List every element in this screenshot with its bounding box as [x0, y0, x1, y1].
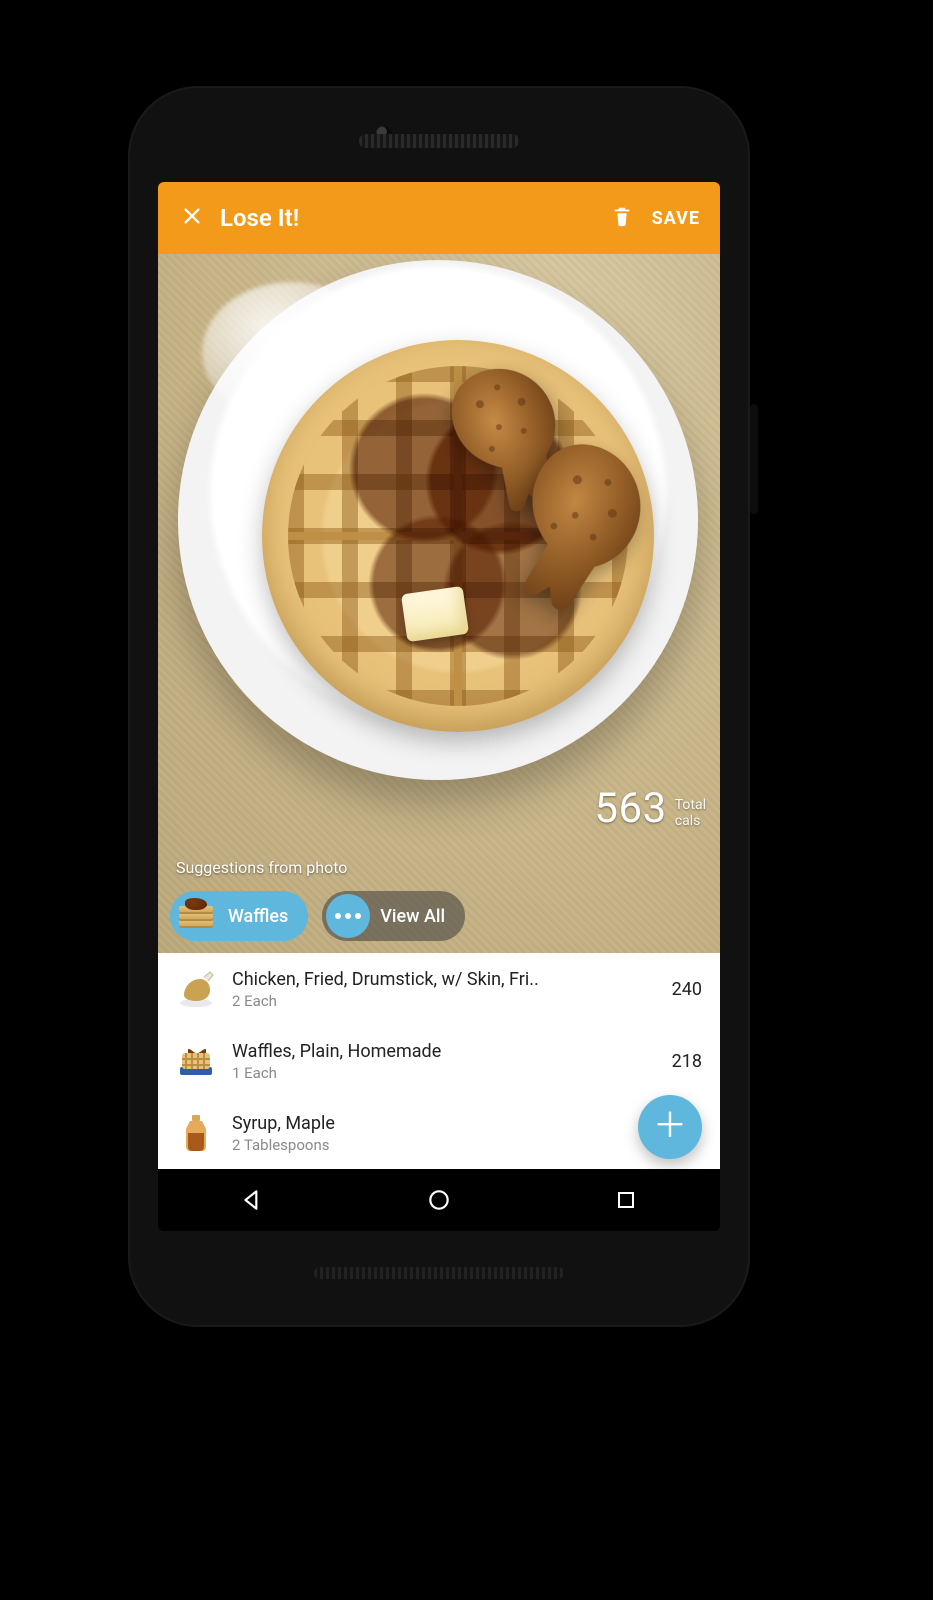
- add-food-button[interactable]: ＋: [638, 1095, 702, 1159]
- syrup-icon: [174, 1111, 218, 1155]
- logged-foods-list: Chicken, Fried, Drumstick, w/ Skin, Fri.…: [158, 953, 720, 1169]
- butter-pat: [401, 586, 469, 642]
- suggestions-label: Suggestions from photo: [176, 858, 347, 877]
- save-button[interactable]: SAVE: [642, 200, 706, 237]
- total-calories: 563 Total cals: [594, 784, 706, 833]
- food-serving: 2 Tablespoons: [232, 1136, 680, 1154]
- list-item[interactable]: Waffles, Plain, Homemade 1 Each 218: [158, 1025, 720, 1097]
- screen: Lose It! SAVE: [158, 182, 720, 1231]
- chip-view-all[interactable]: View All: [322, 891, 465, 941]
- plus-icon: ＋: [653, 1109, 687, 1143]
- app-title: Lose It!: [220, 204, 299, 232]
- close-icon: [181, 205, 203, 231]
- close-button[interactable]: [172, 198, 212, 238]
- total-calories-label: Total cals: [675, 797, 706, 833]
- waffle-stack-icon: [174, 894, 218, 938]
- list-item[interactable]: Syrup, Maple 2 Tablespoons: [158, 1097, 720, 1169]
- trash-icon: [611, 204, 633, 232]
- recents-button[interactable]: [586, 1180, 666, 1220]
- list-item[interactable]: Chicken, Fried, Drumstick, w/ Skin, Fri.…: [158, 953, 720, 1025]
- earpiece-grill: [359, 134, 519, 148]
- home-icon: [426, 1187, 452, 1213]
- back-button[interactable]: [212, 1180, 292, 1220]
- recents-icon: [614, 1188, 638, 1212]
- more-icon: [326, 894, 370, 938]
- food-name: Waffles, Plain, Homemade: [232, 1041, 650, 1062]
- app-bar: Lose It! SAVE: [158, 182, 720, 254]
- android-nav-bar: [158, 1169, 720, 1231]
- waffle-icon: [174, 1039, 218, 1083]
- food-name: Chicken, Fried, Drumstick, w/ Skin, Fri.…: [232, 969, 650, 990]
- plate: [178, 260, 698, 780]
- food-serving: 2 Each: [232, 992, 650, 1010]
- home-button[interactable]: [399, 1180, 479, 1220]
- chip-waffles[interactable]: Waffles: [170, 891, 308, 941]
- chip-label: Waffles: [228, 906, 288, 927]
- back-icon: [239, 1187, 265, 1213]
- food-calories: 218: [664, 1051, 702, 1072]
- food-serving: 1 Each: [232, 1064, 650, 1082]
- chip-label: View All: [380, 906, 445, 927]
- speaker-grill: [314, 1267, 564, 1279]
- suggestion-chips: Waffles View All: [170, 891, 708, 941]
- meal-photo: 563 Total cals Suggestions from photo: [158, 254, 720, 953]
- phone-frame: Lose It! SAVE: [128, 86, 750, 1327]
- chicken-icon: [174, 967, 218, 1011]
- total-calories-value: 563: [594, 784, 666, 833]
- food-name: Syrup, Maple: [232, 1113, 680, 1134]
- delete-button[interactable]: [602, 198, 642, 238]
- food-calories: 240: [664, 979, 702, 1000]
